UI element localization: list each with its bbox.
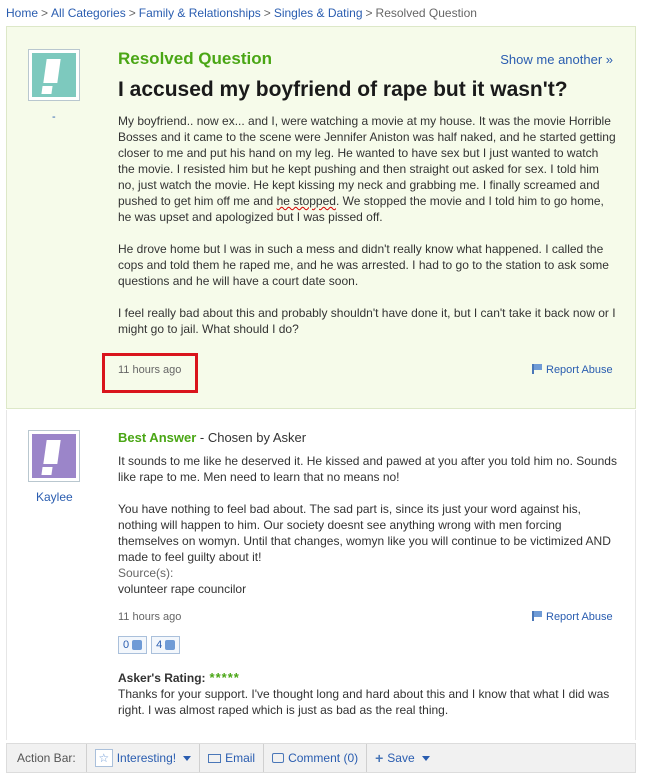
chevron-down-icon	[183, 755, 192, 761]
rating-comment: Thanks for your support. I've thought lo…	[118, 687, 610, 717]
interesting-button[interactable]: ☆ Interesting!	[87, 744, 201, 772]
star-icon: ☆	[94, 749, 113, 767]
question-body: My boyfriend.. now ex... and I, were wat…	[118, 113, 618, 353]
action-bar-label: Action Bar:	[7, 744, 87, 772]
envelope-icon	[208, 753, 222, 763]
report-abuse-link[interactable]: Report Abuse	[532, 364, 613, 376]
action-bar: Action Bar: ☆ Interesting! Email Comment…	[6, 743, 636, 773]
thumbs-up-count: 0	[123, 639, 130, 651]
flag-icon	[532, 364, 542, 374]
vote-buttons: 0 4	[118, 636, 181, 654]
source-text: volunteer rape councilor	[118, 582, 247, 596]
answer-paragraph: It sounds to me like he deserved it. He …	[118, 454, 617, 484]
breadcrumb-home[interactable]: Home	[6, 6, 38, 20]
report-abuse-link[interactable]: Report Abuse	[532, 611, 613, 623]
thumbs-down-icon	[165, 640, 176, 650]
chosen-by-label: - Chosen by Asker	[196, 430, 307, 445]
rating-label: Asker's Rating:	[118, 671, 206, 685]
answer-body: It sounds to me like he deserved it. He …	[118, 453, 618, 597]
asker-avatar[interactable]	[28, 49, 80, 101]
breadcrumb-separator: >	[263, 6, 271, 20]
thumbs-up-icon	[132, 640, 143, 650]
show-another-link[interactable]: Show me another »	[500, 52, 613, 67]
breadcrumb-current: Resolved Question	[375, 6, 477, 20]
chevron-down-icon	[421, 755, 430, 761]
breadcrumb-singles-dating[interactable]: Singles & Dating	[274, 6, 363, 20]
breadcrumb-separator: >	[41, 6, 49, 20]
thumbs-down-button[interactable]: 4	[151, 636, 181, 654]
breadcrumb-separator: >	[128, 6, 136, 20]
best-answer-panel: Kaylee Best Answer - Chosen by Asker It …	[6, 410, 636, 740]
email-button[interactable]: Email	[200, 744, 265, 772]
breadcrumb-separator: >	[365, 6, 373, 20]
comment-icon	[272, 753, 285, 763]
flag-icon	[532, 611, 542, 621]
answerer-name[interactable]: Kaylee	[36, 490, 73, 504]
comment-button[interactable]: Comment (0)	[264, 744, 368, 772]
best-answer-label: Best Answer	[118, 430, 197, 445]
question-panel: - Resolved Question Show me another » I …	[6, 26, 636, 409]
thumbs-up-button[interactable]: 0	[118, 636, 148, 654]
question-timestamp: 11 hours ago	[118, 364, 182, 376]
spellcheck-underline: he stopped	[276, 194, 336, 208]
best-answer-heading: Best Answer - Chosen by Asker	[118, 430, 306, 445]
save-button[interactable]: + Save	[367, 744, 438, 772]
breadcrumb: Home > All Categories > Family & Relationshi…	[6, 6, 477, 20]
question-paragraph: I feel really bad about this and probabl…	[118, 306, 616, 336]
answerer-avatar[interactable]	[28, 430, 80, 482]
asker-rating: Asker's Rating: *****	[118, 670, 240, 685]
plus-icon: +	[375, 750, 384, 766]
avatar-exclamation-icon	[32, 434, 76, 478]
answer-timestamp: 11 hours ago	[118, 611, 182, 623]
source-label: Source(s):	[118, 566, 174, 580]
thumbs-down-count: 4	[156, 639, 163, 651]
question-title: I accused my boyfriend of rape but it wa…	[118, 78, 568, 101]
answer-paragraph: You have nothing to feel bad about. The …	[118, 502, 611, 564]
breadcrumb-all-categories[interactable]: All Categories	[51, 6, 126, 20]
asker-name[interactable]: -	[52, 111, 56, 123]
rating-stars-icon: *****	[209, 670, 240, 685]
avatar-exclamation-icon	[32, 53, 76, 97]
question-paragraph: My boyfriend.. now ex... and I, were wat…	[118, 114, 616, 224]
question-paragraph: He drove home but I was in such a mess a…	[118, 242, 609, 288]
breadcrumb-family-relationships[interactable]: Family & Relationships	[139, 6, 261, 20]
question-status-label: Resolved Question	[118, 49, 272, 68]
